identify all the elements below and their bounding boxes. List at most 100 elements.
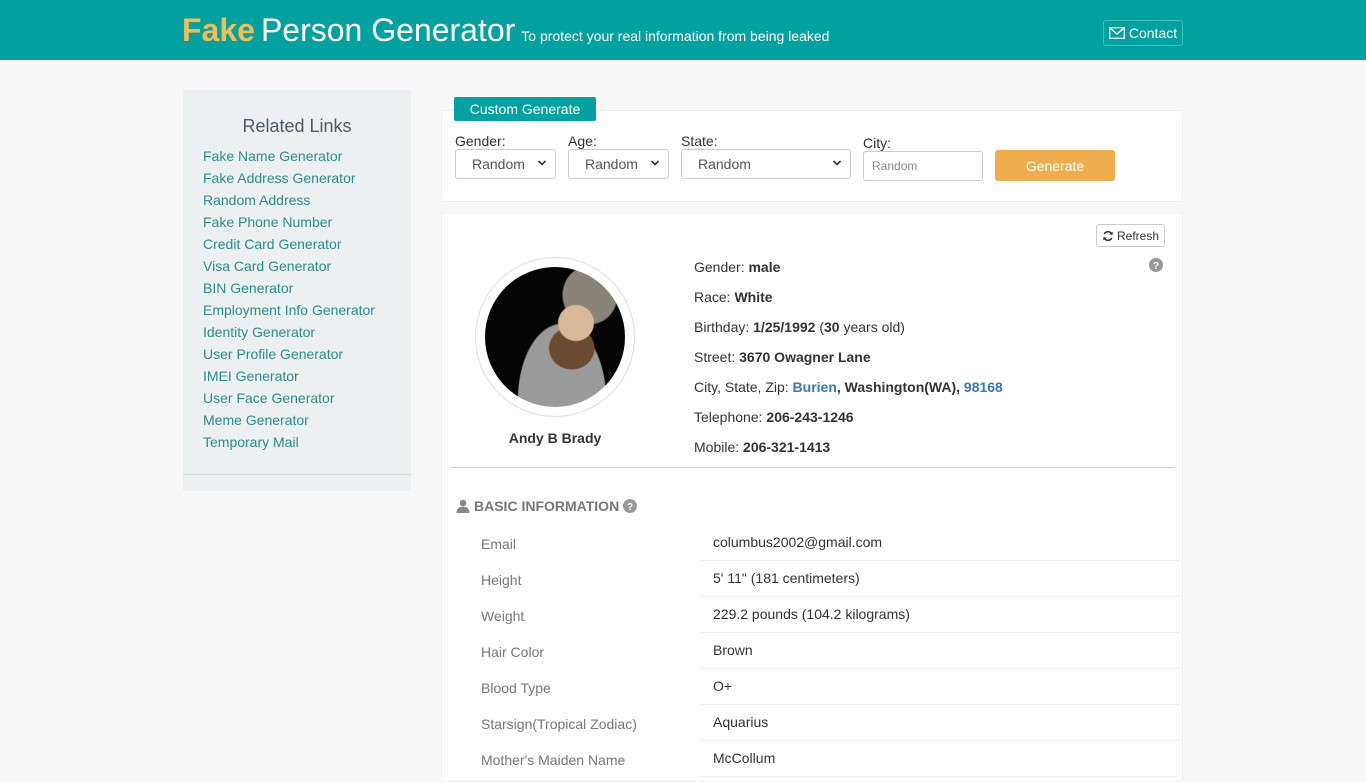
state-label: State: — [681, 133, 718, 149]
info-key: Mother's Maiden Name — [481, 752, 626, 768]
fact-value: White — [734, 289, 773, 305]
sidebar-link[interactable]: Meme Generator — [203, 412, 309, 428]
sidebar-link[interactable]: Fake Name Generator — [203, 148, 342, 164]
fact-sep: , — [956, 379, 964, 395]
svg-text:?: ? — [1153, 261, 1159, 272]
info-key: Blood Type — [481, 680, 551, 696]
info-value: Brown — [713, 642, 753, 658]
basic-info-heading: BASIC INFORMATION ? — [456, 498, 638, 514]
sidebar-link[interactable]: Visa Card Generator — [203, 258, 331, 274]
sidebar-link[interactable]: Fake Phone Number — [203, 214, 332, 230]
info-key: Hair Color — [481, 644, 545, 660]
city-label: City: — [863, 135, 891, 151]
help-icon[interactable]: ? — [1149, 258, 1163, 272]
gender-field: Gender: Random — [455, 133, 556, 179]
chevron-down-icon — [650, 160, 660, 166]
section-divider — [451, 467, 1175, 468]
custom-generate-panel: Gender: Random Age: Random State: Random… — [441, 110, 1183, 202]
svg-text:?: ? — [627, 502, 633, 513]
sidebar-title: Related Links — [242, 116, 352, 136]
refresh-label: Refresh — [1116, 228, 1160, 243]
refresh-icon — [1103, 230, 1113, 241]
fact-label: Birthday: — [694, 319, 754, 335]
fact-value: 206-321-1413 — [743, 439, 831, 455]
fact-street: Street: 3670 Owagner Lane — [694, 347, 1003, 377]
age-field: Age: Random — [568, 133, 669, 179]
contact-label: Contact — [1128, 25, 1178, 41]
avatar-frame — [475, 257, 635, 417]
info-key: Email — [481, 536, 517, 552]
fact-telephone: Telephone: 206-243-1246 — [694, 407, 1003, 437]
fact-value: 1/25/1992 — [753, 319, 816, 335]
fact-label: Mobile: — [694, 439, 744, 455]
sidebar-link[interactable]: IMEI Generator — [203, 368, 299, 384]
info-value: McCollum — [713, 750, 776, 766]
age-select-value: Random — [585, 156, 638, 172]
info-key: Height — [481, 572, 522, 588]
age-value: 30 — [824, 319, 840, 335]
gender-select[interactable]: Random — [455, 149, 556, 179]
fact-birthday: Birthday: 1/25/1992 (30 years old) — [694, 317, 1003, 347]
info-value: O+ — [713, 678, 733, 694]
state-value: Washington(WA) — [844, 379, 957, 395]
fact-value: 206-243-1246 — [766, 409, 854, 425]
fact-race: Race: White — [694, 287, 1003, 317]
avatar — [485, 267, 625, 407]
chevron-down-icon — [832, 160, 842, 166]
fact-label: Street: — [694, 349, 740, 365]
city-input[interactable] — [863, 151, 983, 181]
info-row-starsign: Starsign(Tropical Zodiac) Aquarius — [467, 705, 1179, 741]
profile-facts: Gender: male Race: White Birthday: 1/25/… — [694, 257, 1003, 467]
brand-tagline: To protect your real information from be… — [521, 28, 830, 44]
info-key: Weight — [481, 608, 525, 624]
sidebar-link[interactable]: Identity Generator — [203, 324, 315, 340]
info-row-email: Email columbus2002@gmail.com — [467, 525, 1179, 561]
user-icon — [456, 499, 470, 513]
fact-label: Gender: — [694, 259, 749, 275]
contact-button[interactable]: Contact — [1103, 20, 1183, 46]
fact-label: Race: — [694, 289, 735, 305]
state-field: State: Random — [681, 133, 851, 179]
custom-generate-tab: Custom Generate — [454, 97, 596, 121]
gender-label: Gender: — [455, 133, 506, 149]
info-value: Aquarius — [713, 714, 769, 730]
generate-button[interactable]: Generate — [995, 150, 1115, 181]
person-name: Andy B Brady — [508, 430, 602, 446]
gender-select-value: Random — [472, 156, 525, 172]
fact-city-state-zip: City, State, Zip: Burien, Washington(WA)… — [694, 377, 1003, 407]
sidebar-link[interactable]: Employment Info Generator — [203, 302, 375, 318]
sidebar-link[interactable]: Credit Card Generator — [203, 236, 342, 252]
related-links-sidebar: Related Links Fake Name Generator Fake A… — [183, 90, 411, 491]
site-logo[interactable]: Fake Person Generator To protect your real… — [182, 12, 829, 49]
fact-sep: , — [836, 379, 845, 395]
sidebar-link[interactable]: BIN Generator — [203, 280, 293, 296]
info-row-hair-color: Hair Color Brown — [467, 633, 1179, 669]
age-label: Age: — [568, 133, 597, 149]
sidebar-link[interactable]: User Profile Generator — [203, 346, 343, 362]
fact-label: Telephone: — [694, 409, 767, 425]
zip-link[interactable]: 98168 — [964, 379, 1003, 395]
refresh-button[interactable]: Refresh — [1096, 224, 1165, 247]
info-row-mothers-maiden-name: Mother's Maiden Name McCollum — [467, 741, 1179, 777]
chevron-down-icon — [537, 160, 547, 166]
info-value: 229.2 pounds (104.2 kilograms) — [713, 606, 910, 622]
sidebar-link[interactable]: User Face Generator — [203, 390, 335, 406]
basic-info-title: BASIC INFORMATION — [474, 498, 620, 514]
help-icon[interactable]: ? — [623, 499, 638, 513]
age-select[interactable]: Random — [568, 149, 669, 179]
fact-label: City, State, Zip: — [694, 379, 793, 395]
brand-fake: Fake — [182, 12, 255, 48]
info-key: Starsign(Tropical Zodiac) — [481, 716, 637, 732]
city-link[interactable]: Burien — [793, 379, 837, 395]
profile-card: Refresh ? Andy B Brady Gender: male Race… — [441, 212, 1183, 782]
sidebar-link[interactable]: Fake Address Generator — [203, 170, 356, 186]
sidebar-link[interactable]: Random Address — [203, 192, 310, 208]
brand-title: Person Generator — [260, 12, 516, 48]
state-select[interactable]: Random — [681, 149, 851, 179]
site-header: Fake Person Generator To protect your real… — [0, 0, 1366, 60]
fact-value: 3670 Owagner Lane — [739, 349, 871, 365]
sidebar-link[interactable]: Temporary Mail — [203, 434, 299, 450]
info-row-blood-type: Blood Type O+ — [467, 669, 1179, 705]
state-select-value: Random — [698, 156, 751, 172]
fact-value: male — [748, 259, 781, 275]
